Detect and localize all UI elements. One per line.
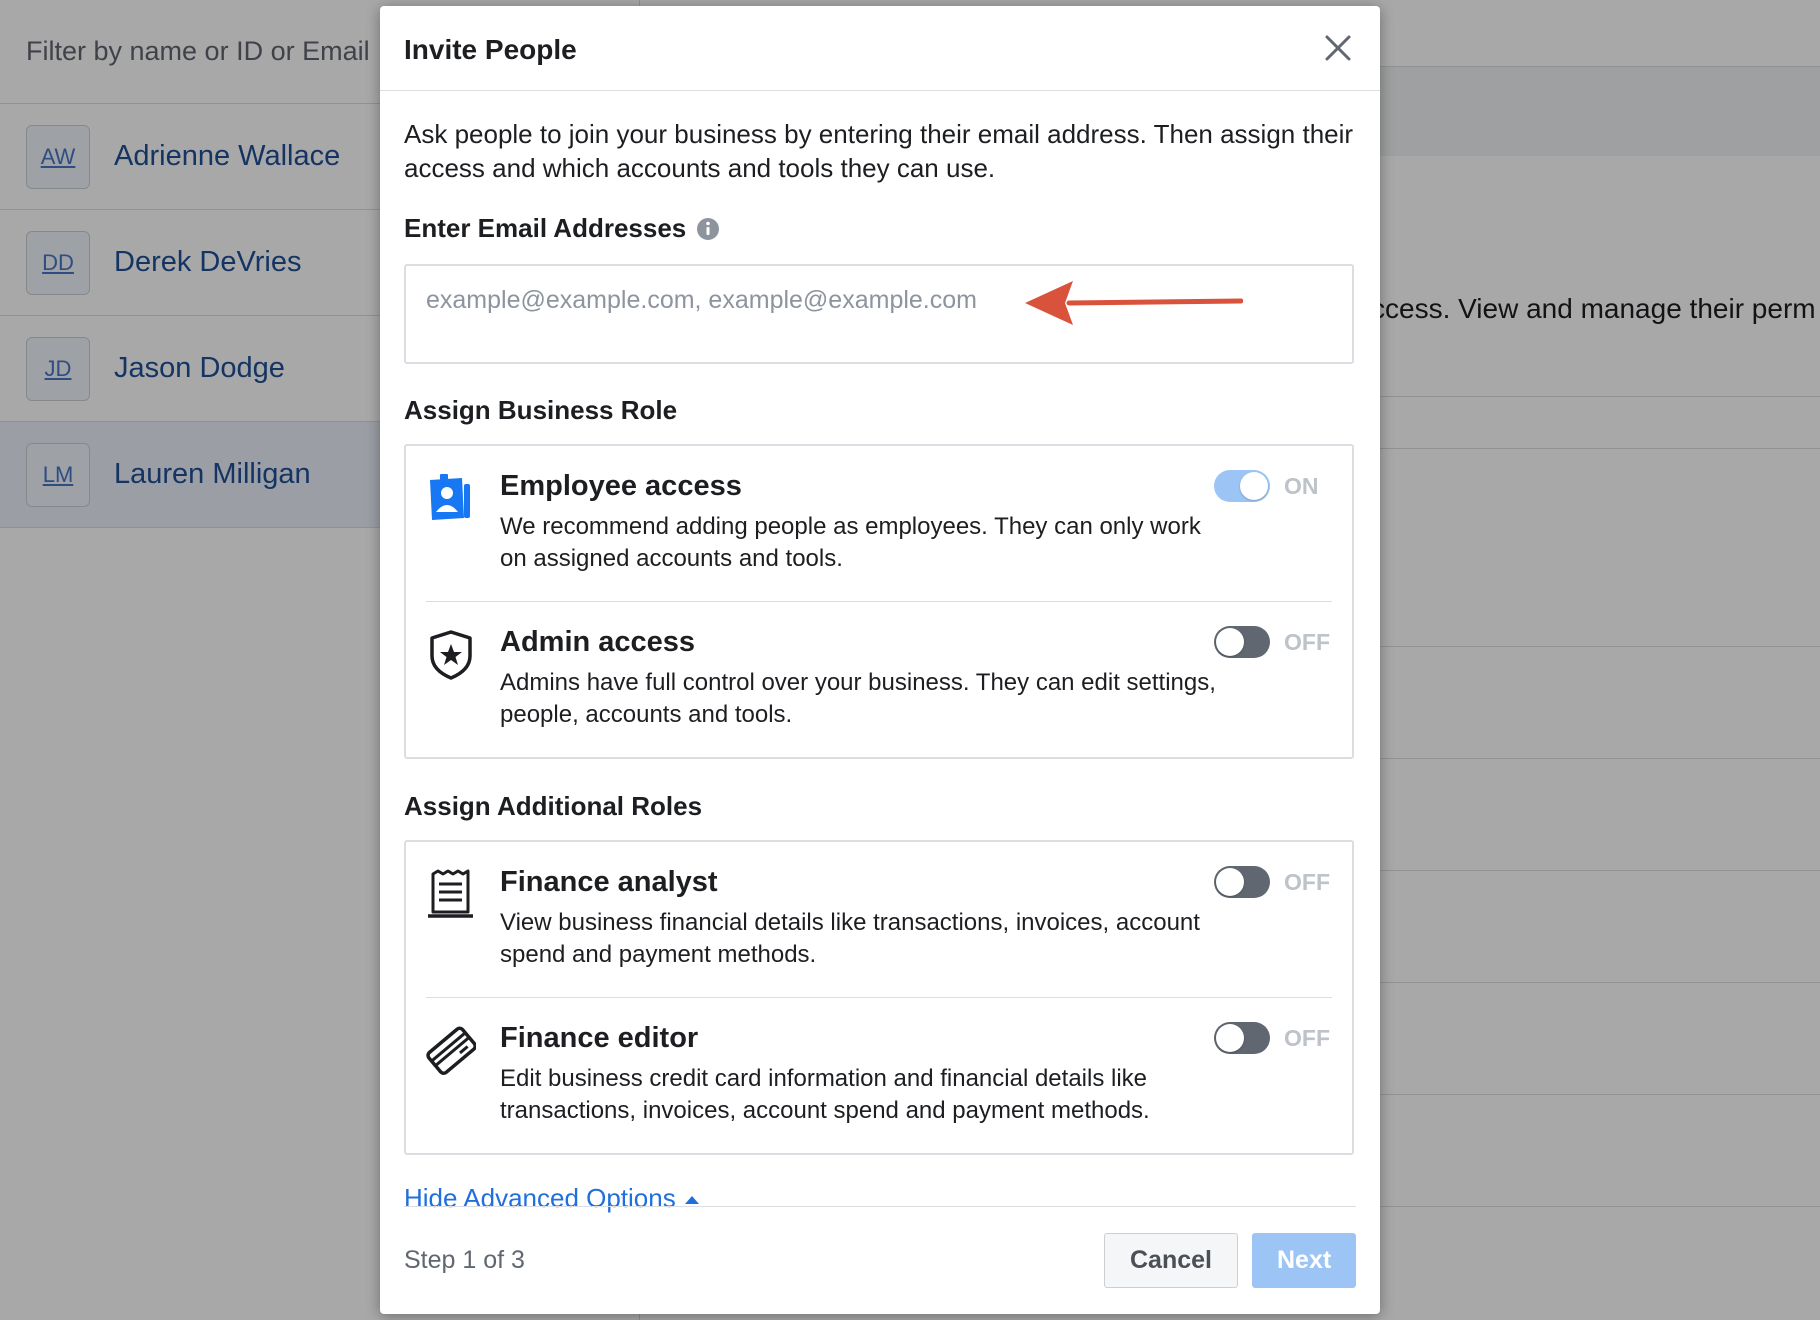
role-description: We recommend adding people as employees.… [500,513,1201,572]
dialog-footer: Step 1 of 3 Cancel Next [404,1206,1356,1314]
caret-up-icon [684,1195,699,1204]
role-title: Admin access [500,626,696,658]
role-description: Edit business credit card information an… [500,1065,1150,1124]
role-title: Employee access [500,470,742,502]
role-text: Employee access We recommend adding peop… [500,470,1220,575]
finance-analyst-toggle[interactable] [1214,866,1270,898]
annotation-arrow-icon [1025,281,1243,325]
id-badge-icon [430,474,470,520]
finance-editor-toggle[interactable] [1214,1022,1270,1054]
toggle-knob [1216,868,1244,896]
toggle-state-label: OFF [1284,628,1330,655]
employee-access-toggle-group: ON [1214,470,1332,502]
close-icon [1325,35,1351,61]
toggle-knob [1216,1024,1244,1052]
dialog-header: Invite People [380,6,1380,91]
admin-access-toggle[interactable] [1214,626,1270,658]
role-title: Finance editor [500,1022,699,1054]
role-text: Finance editor Edit business credit card… [500,1022,1220,1127]
toggle-state-label: OFF [1284,868,1330,895]
role-title: Finance analyst [500,866,718,898]
role-description: Admins have full control over your busin… [500,669,1216,728]
role-finance-analyst: Finance analyst View business financial … [426,842,1332,998]
dialog-title: Invite People [404,34,577,65]
finance-analyst-toggle-group: OFF [1214,866,1332,898]
employee-access-toggle[interactable] [1214,470,1270,502]
email-section-label: Enter Email Addresses [404,213,1356,244]
invite-people-dialog: Invite People Ask people to join your bu… [380,6,1380,1314]
toggle-state-label: OFF [1284,1024,1330,1051]
business-role-list: Employee access We recommend adding peop… [404,444,1354,759]
role-description: View business financial details like tra… [500,909,1200,968]
receipt-icon [428,869,473,918]
dialog-intro-text: Ask people to join your business by ente… [404,119,1354,183]
role-finance-editor: Finance editor Edit business credit card… [426,998,1332,1153]
step-indicator: Step 1 of 3 [404,1246,525,1274]
role-text: Admin access Admins have full control ov… [500,626,1220,731]
toggle-state-label: ON [1284,472,1319,499]
toggle-knob [1240,472,1268,500]
business-role-section-label: Assign Business Role [404,395,678,425]
finance-editor-toggle-group: OFF [1214,1022,1332,1054]
cancel-button[interactable]: Cancel [1104,1233,1238,1288]
email-label-text: Enter Email Addresses [404,213,687,243]
role-employee-access: Employee access We recommend adding peop… [426,446,1332,602]
role-admin-access: Admin access Admins have full control ov… [426,602,1332,757]
additional-roles-section-label: Assign Additional Roles [404,791,703,821]
info-icon[interactable] [696,217,720,241]
toggle-knob [1216,628,1244,656]
admin-access-toggle-group: OFF [1214,626,1332,658]
next-button[interactable]: Next [1252,1233,1356,1288]
footer-buttons: Cancel Next [1104,1233,1356,1288]
additional-role-list: Finance analyst View business financial … [404,840,1354,1155]
shield-star-icon [430,630,472,680]
role-text: Finance analyst View business financial … [500,866,1220,971]
close-button[interactable] [1322,32,1354,64]
credit-card-icon [426,1026,476,1075]
